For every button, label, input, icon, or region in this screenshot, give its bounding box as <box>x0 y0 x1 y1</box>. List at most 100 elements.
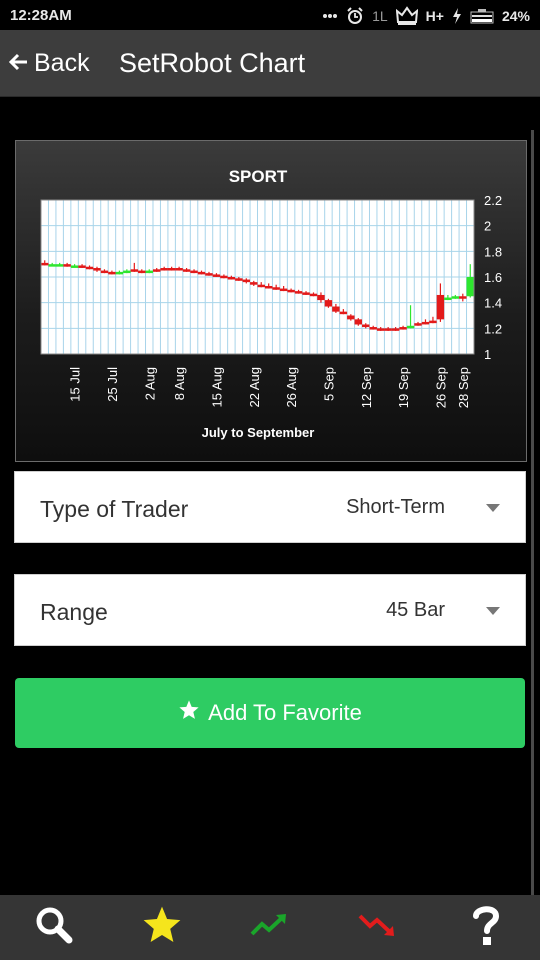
trader-type-label: Type of Trader <box>40 496 189 522</box>
candle <box>108 271 116 275</box>
candle <box>115 271 124 275</box>
candle <box>138 270 146 274</box>
overflow-dots-icon <box>322 13 338 19</box>
range-select[interactable]: Range 45 Bar <box>14 574 526 646</box>
candle <box>55 264 64 267</box>
candle <box>145 270 153 274</box>
candle <box>227 277 236 280</box>
favorite-label: Add To Favorite <box>208 700 362 725</box>
status-bar: 12:28AM 1L H+ 24% <box>0 0 540 30</box>
range-label: Range <box>40 599 108 625</box>
chevron-down-icon <box>486 607 500 615</box>
candle <box>414 323 422 326</box>
status-time: 12:28AM <box>10 7 72 24</box>
chart-panel: SPORT 2.2 2 1.8 1.6 1.4 1.2 1 15 Jul 25 Jul 2 Au… <box>15 140 527 462</box>
candle <box>182 269 191 272</box>
y-tick-label: 1 <box>484 347 491 362</box>
candle <box>272 287 280 290</box>
chart-title: SPORT <box>229 167 288 186</box>
candle <box>212 274 221 277</box>
candle <box>459 296 467 299</box>
x-tick-label: 8 Aug <box>172 367 187 400</box>
nav-help-button[interactable] <box>446 898 526 958</box>
action-bar: Back SetRobot Chart <box>0 30 540 97</box>
candle <box>317 294 325 301</box>
candle <box>190 270 198 274</box>
trader-type-select[interactable]: Type of Trader Short-Term <box>14 471 526 543</box>
candle <box>152 269 161 272</box>
chevron-down-icon <box>486 504 500 512</box>
candle <box>100 270 109 274</box>
candle <box>421 321 430 325</box>
battery-icon <box>470 8 494 24</box>
candle <box>429 320 437 324</box>
x-tick-label: 25 Jul <box>105 367 120 402</box>
candle <box>78 265 86 268</box>
candle <box>354 319 363 325</box>
nav-search-button[interactable] <box>14 898 94 958</box>
candle <box>197 271 206 275</box>
nav-down-trend-button[interactable] <box>338 898 418 958</box>
network-icon: H+ <box>425 8 444 24</box>
candle <box>63 264 71 267</box>
candle <box>130 269 139 272</box>
candle <box>220 275 228 279</box>
x-tick-label: 15 Aug <box>209 367 224 408</box>
candle <box>391 328 400 331</box>
battery-percent: 24% <box>501 8 530 24</box>
range-value: 45 Bar <box>386 599 445 621</box>
candle <box>451 296 460 299</box>
candle <box>279 288 288 292</box>
candle <box>257 284 265 288</box>
arrow-left-icon <box>8 49 28 78</box>
y-tick-label: 2 <box>484 219 491 234</box>
candle <box>444 297 452 301</box>
trend-down-icon <box>358 912 398 943</box>
candle <box>167 268 176 271</box>
candle <box>332 306 340 312</box>
candle <box>123 270 131 274</box>
x-tick-label: 5 Sep <box>321 367 336 401</box>
candle <box>85 266 94 270</box>
y-tick-label: 1.2 <box>484 321 502 336</box>
x-tick-label: 19 Sep <box>396 367 411 408</box>
crown-icon <box>395 6 418 26</box>
candle <box>41 262 49 266</box>
candle <box>264 285 273 289</box>
candle <box>399 327 407 330</box>
scrollbar[interactable] <box>531 130 534 898</box>
candle <box>93 268 101 271</box>
star-icon <box>178 699 200 727</box>
candlestick-chart: SPORT 2.2 2 1.8 1.6 1.4 1.2 1 15 Jul 25 Jul 2 Au… <box>40 167 502 440</box>
candle <box>324 300 333 307</box>
x-axis: 15 Jul 25 Jul 2 Aug 8 Aug 15 Aug 22 Aug 26 Aug… <box>68 367 471 408</box>
nav-favorites-button[interactable] <box>122 898 202 958</box>
x-tick-label: 15 Jul <box>68 367 83 402</box>
status-icons: 1L H+ 24% <box>322 6 530 26</box>
page-title: SetRobot Chart <box>119 48 306 78</box>
candle <box>339 311 348 315</box>
candle <box>376 328 385 331</box>
candle <box>70 265 79 268</box>
back-label: Back <box>34 48 90 77</box>
candle <box>205 273 213 276</box>
candle <box>250 282 258 285</box>
candle <box>406 325 415 329</box>
star-icon <box>141 904 183 951</box>
candle <box>160 268 168 271</box>
x-tick-label: 28 Sep <box>456 367 471 408</box>
candle <box>347 315 355 320</box>
x-tick-label: 2 Aug <box>142 367 157 400</box>
candle <box>242 279 251 283</box>
y-tick-label: 1.8 <box>484 244 502 259</box>
candle <box>287 289 295 293</box>
back-button[interactable]: Back <box>8 45 90 81</box>
y-tick-label: 2.2 <box>484 193 502 208</box>
charging-icon <box>452 8 462 24</box>
x-tick-label: 26 Sep <box>433 367 448 408</box>
add-to-favorite-button[interactable]: Add To Favorite <box>15 678 525 748</box>
candle <box>466 277 474 297</box>
x-axis-label: July to September <box>202 425 315 440</box>
candle <box>235 278 243 281</box>
nav-up-trend-button[interactable] <box>230 898 310 958</box>
